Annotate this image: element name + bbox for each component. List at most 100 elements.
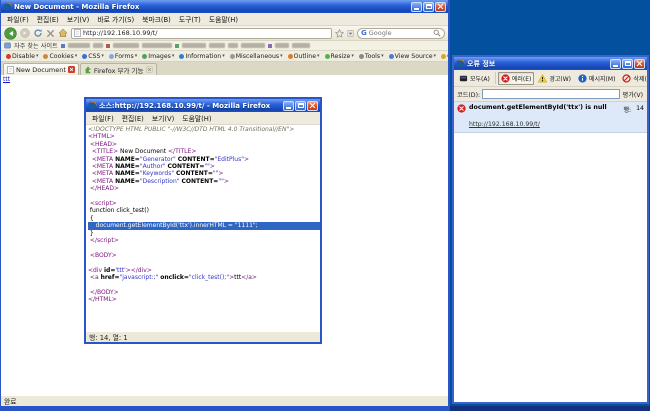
filter-button-메시지-m[interactable]: 메시지(M) xyxy=(575,72,618,85)
source-titlebar[interactable]: 소스:http://192.168.10.99/t/ - Mozilla Fir… xyxy=(86,99,320,112)
webdev-menu-images[interactable]: Images ▾ xyxy=(140,53,176,60)
tab-new-document[interactable]: New Document xyxy=(3,63,79,75)
history-dropdown-icon[interactable] xyxy=(347,29,354,37)
menubar-item-보기-v[interactable]: 보기(V) xyxy=(63,14,93,24)
minimize-button[interactable] xyxy=(283,100,294,111)
webdev-menu-cookies[interactable]: Cookies ▾ xyxy=(41,53,79,60)
blurred-bookmark[interactable] xyxy=(60,43,65,48)
cookies-icon xyxy=(43,53,49,59)
source-code-line: <META NAME="Generator" CONTENT="EditPlus… xyxy=(91,155,249,163)
images-icon xyxy=(142,53,148,59)
minimize-button[interactable] xyxy=(610,58,621,69)
webdev-menu-css[interactable]: CSS ▾ xyxy=(80,53,106,60)
source-code-line: function click_test() xyxy=(88,207,149,215)
console-filter-toolbar: 모두(A) 에러(E) 경고(W) 메시지(M) 삭제(C) xyxy=(454,70,647,87)
webdev-menu-label: CSS xyxy=(88,52,101,60)
error-message: document.getElementById('ttx') is null xyxy=(469,104,607,111)
search-input[interactable] xyxy=(368,29,431,37)
error-source-link[interactable]: http://192.168.10.99/t/ xyxy=(469,121,540,128)
menubar-item-편집-e[interactable]: 편집(E) xyxy=(118,113,148,123)
chevron-down-icon: ▾ xyxy=(280,53,283,59)
menubar-item-도구-t[interactable]: 도구(T) xyxy=(175,14,205,24)
reload-button[interactable] xyxy=(33,28,43,38)
source-code-line: <META NAME="Keywords" CONTENT=""> xyxy=(91,170,224,178)
blurred-bookmark[interactable] xyxy=(92,43,103,48)
webdev-menu-disable[interactable]: Disable ▾ xyxy=(4,53,40,60)
tab-label: Firefox 부가 기능 xyxy=(93,66,144,75)
blurred-bookmark[interactable] xyxy=(267,43,272,48)
navigation-toolbar: http://192.168.10.99/t/ G xyxy=(1,26,448,41)
forward-button[interactable] xyxy=(20,28,30,38)
tab-bar: New Document Firefox 부가 기능 xyxy=(1,62,448,75)
chevron-down-icon: ▾ xyxy=(222,53,225,59)
source-code-line: </script> xyxy=(89,237,119,245)
webdev-menu-outline[interactable]: Outline ▾ xyxy=(286,53,322,60)
blurred-bookmark[interactable] xyxy=(240,43,265,48)
main-titlebar[interactable]: New Document - Mozilla Firefox xyxy=(1,0,448,13)
webdev-menu-forms[interactable]: Forms ▾ xyxy=(107,53,139,60)
most-visited-label[interactable]: 자주 찾는 사이트 xyxy=(14,41,58,50)
menubar-item-바로-가기-s[interactable]: 바로 가기(S) xyxy=(93,14,138,24)
console-error-entry[interactable]: document.getElementById('ttx') is null ht… xyxy=(454,102,647,133)
webdev-menu-options[interactable]: Options▾ xyxy=(439,53,448,60)
home-button[interactable] xyxy=(58,28,68,38)
webdev-menu-miscellaneous[interactable]: Miscellaneous ▾ xyxy=(228,53,285,60)
code-input[interactable] xyxy=(482,89,620,99)
webdev-menu-tools[interactable]: Tools ▾ xyxy=(357,53,386,60)
console-titlebar[interactable]: 오류 정보 xyxy=(454,57,647,70)
main-menubar: 파일(F) 편집(E) 보기(V) 바로 가기(S) 북마크(B) 도구(T) 도움말(H) xyxy=(1,13,448,26)
page-icon xyxy=(7,65,14,74)
evaluate-button[interactable]: 평가(V) xyxy=(622,90,644,99)
blurred-bookmark[interactable] xyxy=(181,43,206,48)
blurred-bookmark[interactable] xyxy=(227,43,238,48)
blurred-bookmark[interactable] xyxy=(141,43,172,48)
source-status-text: 행: 14, 열: 1 xyxy=(89,334,128,342)
maximize-button[interactable] xyxy=(423,1,434,12)
webdev-menu-information[interactable]: Information ▾ xyxy=(177,53,226,60)
blurred-bookmark[interactable] xyxy=(105,43,110,48)
menubar-item-도움말-h[interactable]: 도움말(H) xyxy=(178,113,215,123)
search-box[interactable]: G xyxy=(357,27,445,39)
restore-button[interactable] xyxy=(622,58,633,69)
blurred-bookmark[interactable] xyxy=(291,43,310,48)
menubar-item-보기-v[interactable]: 보기(V) xyxy=(148,113,178,123)
close-button[interactable] xyxy=(307,100,318,111)
tab-firefox-부가-기능[interactable]: Firefox 부가 기능 xyxy=(79,63,157,75)
close-button[interactable] xyxy=(634,58,645,69)
filter-button-삭제-c[interactable]: 삭제(C) xyxy=(619,72,647,85)
source-code-line: <a href="javascript:;" onclick="click_te… xyxy=(89,274,257,282)
location-bar[interactable]: http://192.168.10.99/t/ xyxy=(71,27,332,39)
blurred-bookmark[interactable] xyxy=(174,43,179,48)
tab-close-icon[interactable] xyxy=(67,66,75,73)
page-link-ttt[interactable]: ttt xyxy=(3,76,10,83)
source-code-line: <HEAD> xyxy=(89,140,118,148)
bookmark-star-icon[interactable] xyxy=(335,28,344,38)
error-line: 행: 14 xyxy=(623,104,644,114)
filter-button-에러-e[interactable]: 에러(E) xyxy=(497,71,535,85)
tab-close-icon[interactable] xyxy=(145,66,153,73)
back-button[interactable] xyxy=(4,26,17,40)
blurred-bookmark[interactable] xyxy=(112,43,139,48)
options-icon xyxy=(441,53,447,59)
filter-button-경고-w[interactable]: 경고(W) xyxy=(535,72,574,85)
menubar-item-도움말-h[interactable]: 도움말(H) xyxy=(205,14,242,24)
close-button[interactable] xyxy=(435,1,446,12)
menubar-item-파일-f[interactable]: 파일(F) xyxy=(3,14,33,24)
main-status-bar: 완료 xyxy=(1,395,448,406)
minimize-button[interactable] xyxy=(411,1,422,12)
blurred-bookmark[interactable] xyxy=(208,43,225,48)
blurred-bookmark[interactable] xyxy=(67,43,90,48)
stop-button[interactable] xyxy=(46,29,55,38)
menubar-item-파일-f[interactable]: 파일(F) xyxy=(88,113,118,123)
menubar-item-편집-e[interactable]: 편집(E) xyxy=(33,14,63,24)
maximize-button[interactable] xyxy=(295,100,306,111)
webdev-menu-label: View Source xyxy=(394,52,433,60)
webdev-menu-resize[interactable]: Resize ▾ xyxy=(323,53,356,60)
menubar-item-북마크-b[interactable]: 북마크(B) xyxy=(138,14,175,24)
blurred-bookmark[interactable] xyxy=(274,43,289,48)
webdev-menu-view-source[interactable]: View Source ▾ xyxy=(387,53,438,60)
search-magnifier-icon[interactable] xyxy=(433,29,441,37)
filter-button-label: 모두(A) xyxy=(470,75,490,83)
filter-button-모두-a[interactable]: 모두(A) xyxy=(456,72,493,85)
code-label: 코드(D): xyxy=(457,91,481,99)
